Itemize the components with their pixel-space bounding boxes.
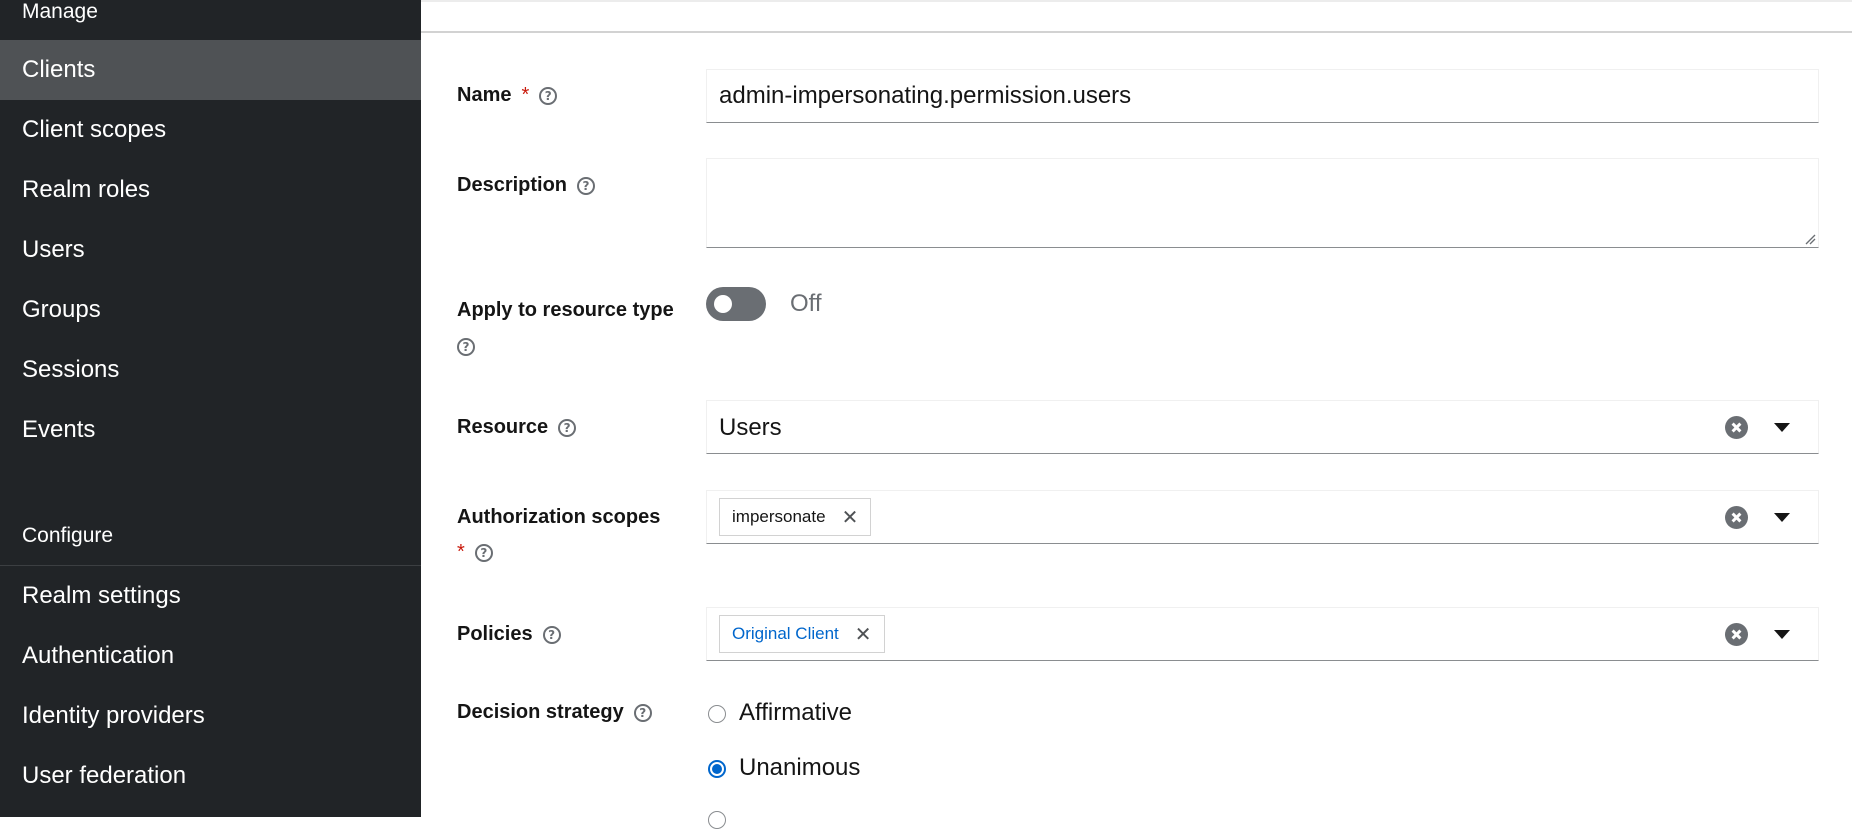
sidebar-item-realm-roles[interactable]: Realm roles — [0, 160, 421, 220]
sidebar-item-sessions[interactable]: Sessions — [0, 340, 421, 400]
authorization-scopes-label: Authorization scopes — [457, 506, 661, 528]
clear-icon[interactable] — [1725, 416, 1748, 439]
decision-strategy-label: Decision strategy? — [457, 695, 652, 730]
radio-unanimous-label[interactable]: Unanimous — [739, 754, 860, 782]
sidebar-item-authentication[interactable]: Authentication — [0, 626, 421, 686]
radio-unanimous[interactable] — [708, 760, 726, 778]
resource-select-value: Users — [719, 414, 782, 441]
apply-resource-type-help: ? — [457, 329, 475, 364]
sidebar-item-user-federation[interactable]: User federation — [0, 746, 421, 806]
sidebar-item-users[interactable]: Users — [0, 220, 421, 280]
radio-affirmative[interactable] — [708, 705, 726, 723]
authorization-scopes-select[interactable]: impersonate ✕ — [706, 490, 1819, 544]
name-label: Name *? — [457, 78, 558, 113]
radio-consensus[interactable] — [708, 811, 726, 829]
sidebar-item-groups[interactable]: Groups — [0, 280, 421, 340]
help-icon[interactable]: ? — [577, 176, 596, 195]
required-mark: * — [521, 84, 530, 106]
nav-section-configure-heading: Configure — [22, 524, 114, 547]
help-icon[interactable]: ? — [542, 625, 561, 644]
sidebar-item-identity-providers[interactable]: Identity providers — [0, 686, 421, 746]
description-label: Description? — [457, 168, 596, 203]
clear-icon[interactable] — [1725, 506, 1748, 529]
help-icon[interactable]: ? — [633, 703, 652, 722]
caret-down-icon[interactable] — [1774, 423, 1790, 432]
scope-chip: impersonate ✕ — [719, 498, 872, 536]
toggle-knob — [714, 295, 732, 313]
sidebar-item-client-scopes[interactable]: Client scopes — [0, 100, 421, 160]
description-textarea[interactable] — [706, 158, 1819, 248]
caret-down-icon[interactable] — [1774, 513, 1790, 522]
policy-chip[interactable]: Original Client ✕ — [719, 615, 885, 653]
toggle-state-text: Off — [790, 290, 822, 317]
help-icon[interactable]: ? — [457, 337, 475, 356]
chip-remove-icon[interactable]: ✕ — [855, 622, 872, 646]
name-input[interactable]: admin-impersonating.permission.users — [706, 69, 1819, 123]
clear-icon[interactable] — [1725, 623, 1748, 646]
radio-affirmative-label[interactable]: Affirmative — [739, 699, 852, 727]
policies-label: Policies? — [457, 617, 561, 652]
caret-down-icon[interactable] — [1774, 630, 1790, 639]
sidebar-item-events[interactable]: Events — [0, 400, 421, 460]
authorization-scopes-required-row: *? — [457, 535, 493, 570]
help-icon[interactable]: ? — [474, 543, 493, 562]
main-content: Name *? admin-impersonating.permission.us… — [421, 0, 1852, 829]
nav-section-manage-heading: Manage — [22, 0, 98, 23]
header-divider — [421, 31, 1852, 33]
resource-label: Resource? — [457, 410, 577, 445]
help-icon[interactable]: ? — [539, 86, 558, 105]
chip-remove-icon[interactable]: ✕ — [842, 505, 859, 529]
sidebar: Manage Clients Client scopes Realm roles… — [0, 0, 421, 817]
policies-select[interactable]: Original Client ✕ — [706, 607, 1819, 661]
header-border — [421, 0, 1852, 2]
resize-handle-icon[interactable] — [1804, 233, 1816, 245]
required-mark: * — [457, 541, 465, 563]
help-icon[interactable]: ? — [558, 418, 577, 437]
sidebar-item-clients[interactable]: Clients — [0, 40, 421, 100]
resource-select[interactable]: Users — [706, 400, 1819, 454]
apply-resource-type-toggle[interactable] — [706, 287, 766, 321]
apply-resource-type-label: Apply to resource type — [457, 299, 674, 321]
sidebar-item-realm-settings[interactable]: Realm settings — [0, 566, 421, 626]
